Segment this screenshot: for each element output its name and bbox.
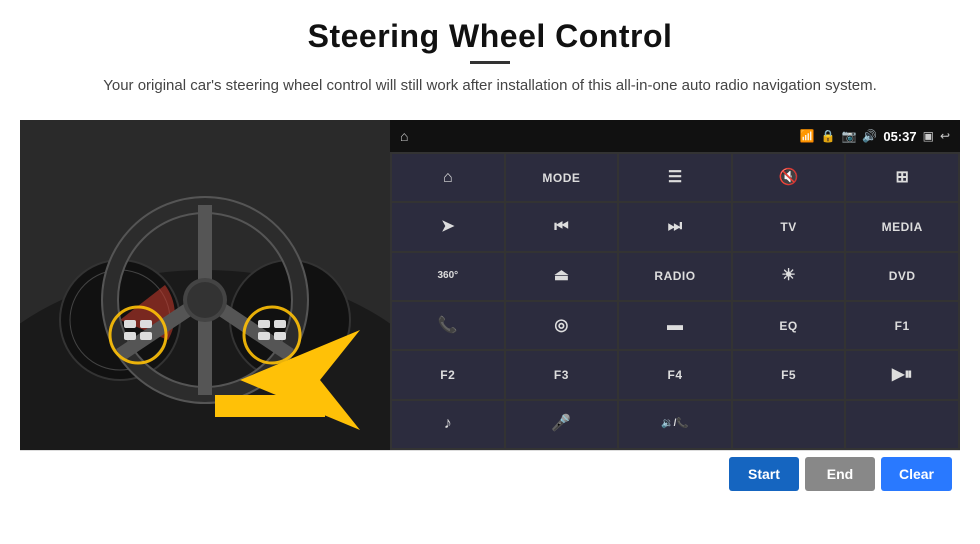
btn-media[interactable]: MEDIA <box>846 203 958 250</box>
btn-prev[interactable]: ⏮ <box>506 203 618 250</box>
steering-wheel-image <box>20 120 390 450</box>
clear-button[interactable]: Clear <box>881 457 952 491</box>
btn-music[interactable]: ♪ <box>392 401 504 448</box>
screen-icon: ▣ <box>923 129 934 143</box>
wifi-icon: 📶 <box>800 129 815 143</box>
back-icon: ↩ <box>940 129 950 143</box>
btn-phone[interactable]: 📞 <box>392 302 504 349</box>
btn-eject[interactable]: ⏏ <box>506 253 618 300</box>
steering-wheel-svg <box>20 120 390 450</box>
btn-f3[interactable]: F3 <box>506 351 618 398</box>
btn-aspect[interactable]: ▬ <box>619 302 731 349</box>
left-status-icons: ⌂ <box>400 128 408 144</box>
btn-f4[interactable]: F4 <box>619 351 731 398</box>
btn-navi[interactable]: ➤ <box>392 203 504 250</box>
title-section: Steering Wheel Control Your original car… <box>103 18 877 98</box>
page-container: Steering Wheel Control Your original car… <box>0 0 980 544</box>
home-status-icon: ⌂ <box>400 128 408 144</box>
btn-f5[interactable]: F5 <box>733 351 845 398</box>
btn-list[interactable]: ☰ <box>619 154 731 201</box>
btn-empty1 <box>733 401 845 448</box>
lock-icon: 🔒 <box>820 129 835 143</box>
time-display: 05:37 <box>883 129 916 144</box>
btn-next[interactable]: ⏭ <box>619 203 731 250</box>
btn-mode[interactable]: MODE <box>506 154 618 201</box>
btn-home[interactable]: ⌂ <box>392 154 504 201</box>
content-row: ⌂ 📶 🔒 📷 🔊 05:37 ▣ ↩ ⌂ MODE ☰ 🔇 <box>20 120 960 450</box>
right-status-icons: 📶 🔒 📷 🔊 05:37 ▣ ↩ <box>800 129 950 144</box>
button-grid: ⌂ MODE ☰ 🔇 ⊞ ➤ ⏮ ⏭ TV MEDIA 360° ⏏ RADIO… <box>390 152 960 450</box>
btn-browse[interactable]: ◎ <box>506 302 618 349</box>
page-title: Steering Wheel Control <box>103 18 877 55</box>
btn-apps[interactable]: ⊞ <box>846 154 958 201</box>
start-button[interactable]: Start <box>729 457 799 491</box>
bottom-bar: Start End Clear <box>20 450 960 496</box>
btn-f1[interactable]: F1 <box>846 302 958 349</box>
sd-icon: 📷 <box>841 129 856 143</box>
btn-empty2 <box>846 401 958 448</box>
title-divider <box>470 61 510 64</box>
panel-top-bar: ⌂ 📶 🔒 📷 🔊 05:37 ▣ ↩ <box>390 120 960 152</box>
btn-volphone[interactable]: 🔉/📞 <box>619 401 731 448</box>
btn-tv[interactable]: TV <box>733 203 845 250</box>
btn-mic[interactable]: 🎤 <box>506 401 618 448</box>
end-button[interactable]: End <box>805 457 875 491</box>
btn-eq[interactable]: EQ <box>733 302 845 349</box>
subtitle: Your original car's steering wheel contr… <box>103 74 877 98</box>
bluetooth-icon: 🔊 <box>862 129 877 143</box>
btn-f2[interactable]: F2 <box>392 351 504 398</box>
control-panel: ⌂ 📶 🔒 📷 🔊 05:37 ▣ ↩ ⌂ MODE ☰ 🔇 <box>390 120 960 450</box>
btn-brightness[interactable]: ☀ <box>733 253 845 300</box>
btn-360cam[interactable]: 360° <box>392 253 504 300</box>
btn-radio[interactable]: RADIO <box>619 253 731 300</box>
btn-dvd[interactable]: DVD <box>846 253 958 300</box>
btn-mute[interactable]: 🔇 <box>733 154 845 201</box>
btn-playpause[interactable]: ▶⏸ <box>846 351 958 398</box>
